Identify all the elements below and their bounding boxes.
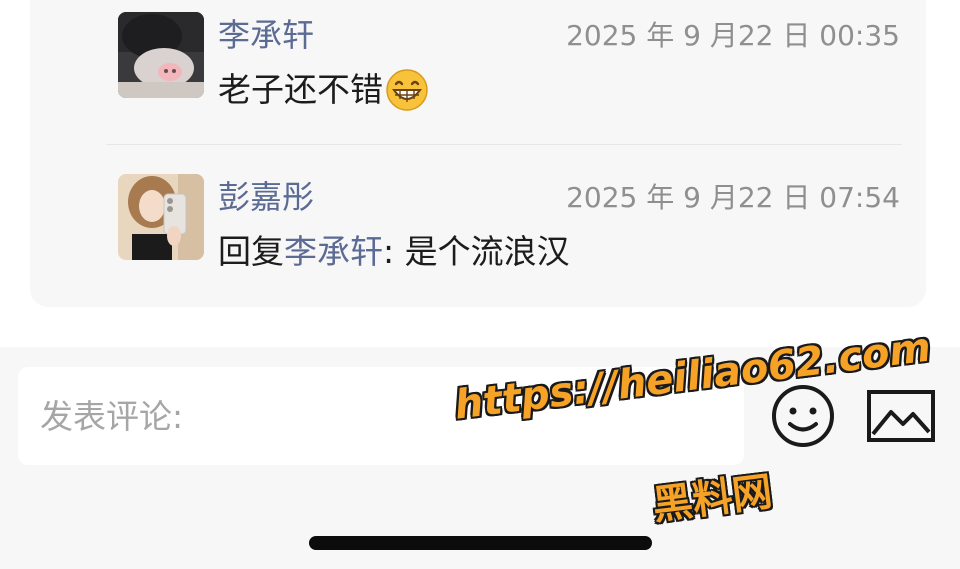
image-picture-icon bbox=[867, 390, 935, 442]
reply-mention-link[interactable]: 李承轩 bbox=[284, 230, 383, 274]
home-indicator[interactable] bbox=[309, 536, 652, 550]
comment-time: 2025 年 9 月22 日 00:35 bbox=[566, 19, 900, 52]
avatar[interactable] bbox=[118, 12, 204, 98]
comment-author[interactable]: 李承轩 bbox=[218, 14, 314, 56]
reply-prefix: 回复 bbox=[218, 232, 284, 271]
comment-time: 2025 年 9 月22 日 07:54 bbox=[566, 181, 900, 214]
emoji-button[interactable] bbox=[770, 383, 836, 449]
avatar-photo-icon bbox=[118, 174, 204, 260]
avatar-photo-icon bbox=[118, 12, 204, 98]
image-upload-button[interactable] bbox=[867, 390, 935, 442]
comment-divider bbox=[107, 144, 902, 145]
comment-text: 回复 李承轩 : 是个流浪汉 bbox=[218, 230, 570, 274]
comment-text: 老子还不错 bbox=[218, 68, 429, 112]
reply-separator: : bbox=[383, 232, 405, 271]
grinning-emoji-icon bbox=[386, 69, 428, 111]
avatar[interactable] bbox=[118, 174, 204, 260]
comments-section: 李承轩 2025 年 9 月22 日 00:35 老子还不错 彭嘉彤 2025 … bbox=[0, 0, 960, 347]
comment-body: 老子还不错 bbox=[218, 70, 383, 109]
comment-author[interactable]: 彭嘉彤 bbox=[218, 176, 314, 218]
comment-body: 是个流浪汉 bbox=[404, 232, 570, 271]
emoji-face-icon bbox=[772, 385, 834, 447]
watermark-site-name: 黑料网 bbox=[650, 468, 775, 530]
